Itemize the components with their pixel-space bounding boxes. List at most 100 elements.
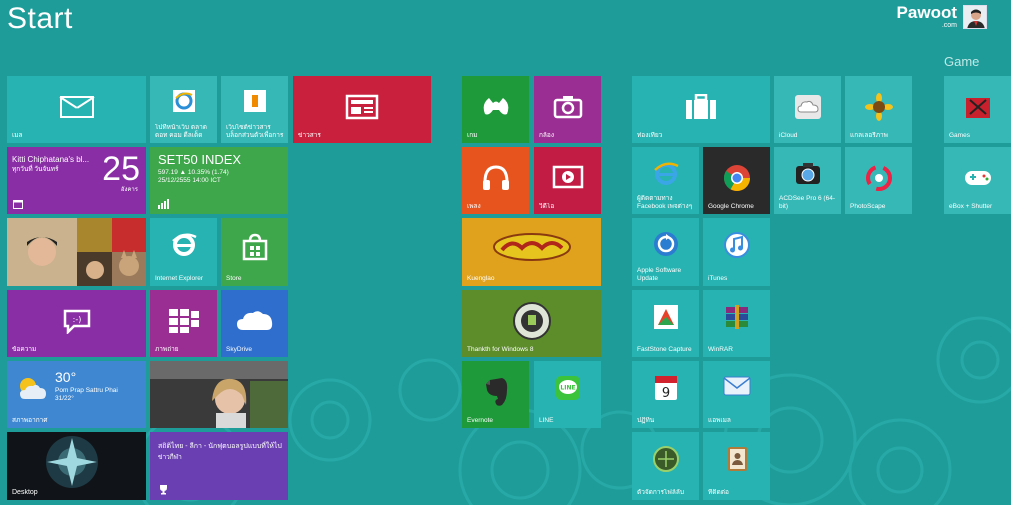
- tile-thanks-windows8[interactable]: Thankth for Windows 8: [462, 290, 601, 357]
- tile-label: ปฏิทิน: [637, 417, 655, 424]
- tile-label: PhotoScape: [850, 203, 886, 210]
- calendar-day: 25: [102, 150, 140, 188]
- internet-explorer-icon: [171, 233, 197, 257]
- svg-text:LINE: LINE: [560, 384, 575, 391]
- tile-label: ท่องเที่ยว: [637, 132, 663, 139]
- winrar-books-icon: [725, 304, 748, 329]
- tile-label: Kuenglao: [467, 275, 495, 282]
- tile-ie-pin-2[interactable]: เว็บไซต์ข่าวสาร บล็อกส่วนตัวเพื่อการ: [221, 76, 288, 143]
- tile-label: ภาพถ่าย: [155, 346, 179, 353]
- mail-icon: [59, 95, 94, 118]
- svg-text::-): :-): [72, 315, 81, 324]
- faststone-icon: [653, 304, 678, 329]
- tile-news[interactable]: ข่าวสาร: [293, 76, 431, 143]
- finance-change: 597.19 ▲ 10.35% (1.74): [158, 169, 229, 176]
- tile-camera[interactable]: กล้อง: [534, 76, 601, 143]
- tile-games[interactable]: Games: [944, 76, 1011, 143]
- user-account[interactable]: Pawoot .com: [897, 4, 987, 29]
- website-icon: [243, 90, 266, 113]
- tile-internet-explorer[interactable]: Internet Explorer: [150, 218, 217, 286]
- kuenglao-logo-icon: [492, 232, 571, 261]
- tile-mail-app[interactable]: แอพเมล: [703, 361, 770, 428]
- address-book-icon: [727, 447, 747, 472]
- tile-kuenglao[interactable]: Kuenglao: [462, 218, 601, 286]
- tile-sports-news[interactable]: สถิติไทย - ลีกา - นักฟุตบอลรูปแบบที่ให้ไ…: [150, 432, 288, 500]
- tile-label: Internet Explorer: [155, 275, 204, 282]
- tile-contacts[interactable]: ที่ติดต่อ: [703, 432, 770, 500]
- tile-label: Thankth for Windows 8: [467, 346, 534, 353]
- page-title: Start: [7, 2, 73, 35]
- tile-google-chrome[interactable]: Google Chrome: [703, 147, 770, 214]
- tile-photo-person[interactable]: [150, 361, 288, 428]
- tile-music[interactable]: เพลง: [462, 147, 529, 214]
- trophy-icon: [160, 485, 167, 495]
- tile-label: ACDSee Pro 6 (64-bit): [779, 195, 835, 210]
- calendar-icon: 9: [654, 375, 677, 401]
- tile-messaging[interactable]: :-) ข้อความ: [7, 290, 146, 357]
- tile-people[interactable]: Kitti Chiphatana's bl... ทุกวันที่ วันจั…: [7, 147, 146, 214]
- tile-label: Evernote: [467, 417, 494, 424]
- camera-app-icon: [795, 162, 820, 184]
- chat-bubble-icon: :-): [63, 309, 90, 334]
- evernote-elephant-icon: [485, 377, 507, 406]
- tile-label: ข้อความ: [12, 346, 37, 353]
- tile-finance[interactable]: SET50 INDEX 597.19 ▲ 10.35% (1.74) 25/12…: [150, 147, 288, 214]
- tile-label: วิดีโอ: [539, 203, 555, 210]
- tile-icloud[interactable]: iCloud: [774, 76, 841, 143]
- cloud-icon: [794, 94, 821, 119]
- photoscape-icon: [865, 164, 892, 191]
- tile-travel[interactable]: ท่องเที่ยว: [632, 76, 770, 143]
- tile-ebox-shutter[interactable]: eBox + Shutter: [944, 147, 1011, 214]
- sunflower-icon: [864, 92, 893, 121]
- photo-collage: [7, 218, 146, 286]
- tile-line[interactable]: LINE LINE: [534, 361, 601, 428]
- tile-acdsee[interactable]: ACDSee Pro 6 (64-bit): [774, 147, 841, 214]
- thanks-app-icon: [512, 301, 551, 340]
- tile-mail[interactable]: เมล: [7, 76, 146, 143]
- tile-photos-collage[interactable]: [7, 218, 146, 286]
- tile-photo-gallery[interactable]: แกลเลอรีภาพ: [845, 76, 912, 143]
- partly-cloudy-icon: [20, 378, 46, 399]
- tile-daily-shot[interactable]: ตัวจัดการไฟล์ลับ: [632, 432, 699, 500]
- tile-desktop[interactable]: Desktop: [7, 432, 146, 500]
- internet-explorer-icon: [172, 90, 195, 113]
- tile-store[interactable]: Store: [221, 218, 288, 286]
- tile-xbox-games[interactable]: เกม: [462, 76, 529, 143]
- calendar-small-icon: [13, 200, 23, 209]
- xbox-controller-icon: [483, 97, 508, 115]
- itunes-icon: [723, 232, 750, 259]
- tile-facebook-ie[interactable]: ผู้ติดตามทาง Facebook เพจต่างๆ: [632, 147, 699, 214]
- tile-evernote[interactable]: Evernote: [462, 361, 529, 428]
- weather-location: Pom Prap Sattru Phai: [55, 387, 118, 394]
- tile-video[interactable]: วิดีโอ: [534, 147, 601, 214]
- line-app-icon: LINE: [555, 375, 580, 400]
- tile-faststone-capture[interactable]: FastStone Capture: [632, 290, 699, 357]
- camera-icon: [553, 95, 582, 119]
- tile-label: WinRAR: [708, 346, 733, 353]
- tile-label: สภาพอากาศ: [12, 417, 48, 424]
- tile-weather[interactable]: 30° Pom Prap Sattru Phai 31/22° สภาพอากา…: [7, 361, 146, 428]
- tile-photos[interactable]: ภาพถ่าย: [150, 290, 217, 357]
- calendar-weekday: อังคาร: [120, 187, 138, 193]
- tile-label: เว็บไซต์ข่าวสาร บล็อกส่วนตัวเพื่อการ: [226, 124, 284, 139]
- tile-label: eBox + Shutter: [949, 203, 993, 210]
- tile-calendar[interactable]: 9 ปฏิทิน: [632, 361, 699, 428]
- tile-label: FastStone Capture: [637, 346, 692, 353]
- tile-label: iCloud: [779, 132, 798, 139]
- finance-title: SET50 INDEX: [158, 152, 242, 167]
- tile-apple-software-update[interactable]: Apple Software Update: [632, 218, 699, 286]
- chart-bars-icon: [158, 199, 169, 209]
- people-title: Kitti Chiphatana's bl...: [12, 155, 90, 164]
- tile-ie-pin-1[interactable]: ไปที่หน้าเว็บ ตลาดดอท คอม ดีลเด็ด: [150, 76, 217, 143]
- svg-text:9: 9: [661, 386, 669, 401]
- tile-label: ผู้ติดตามทาง Facebook เพจต่างๆ: [637, 195, 693, 210]
- tile-label: Desktop: [12, 489, 38, 496]
- tile-photoscape[interactable]: PhotoScape: [845, 147, 912, 214]
- tile-label: ไปที่หน้าเว็บ ตลาดดอท คอม ดีลเด็ด: [155, 124, 207, 139]
- tile-skydrive[interactable]: SkyDrive: [221, 290, 288, 357]
- tile-label: เมล: [12, 132, 23, 139]
- tile-itunes[interactable]: iTunes: [703, 218, 770, 286]
- tile-winrar[interactable]: WinRAR: [703, 290, 770, 357]
- weather-range: 31/22°: [55, 395, 74, 402]
- tile-label: ตัวจัดการไฟล์ลับ: [637, 489, 684, 496]
